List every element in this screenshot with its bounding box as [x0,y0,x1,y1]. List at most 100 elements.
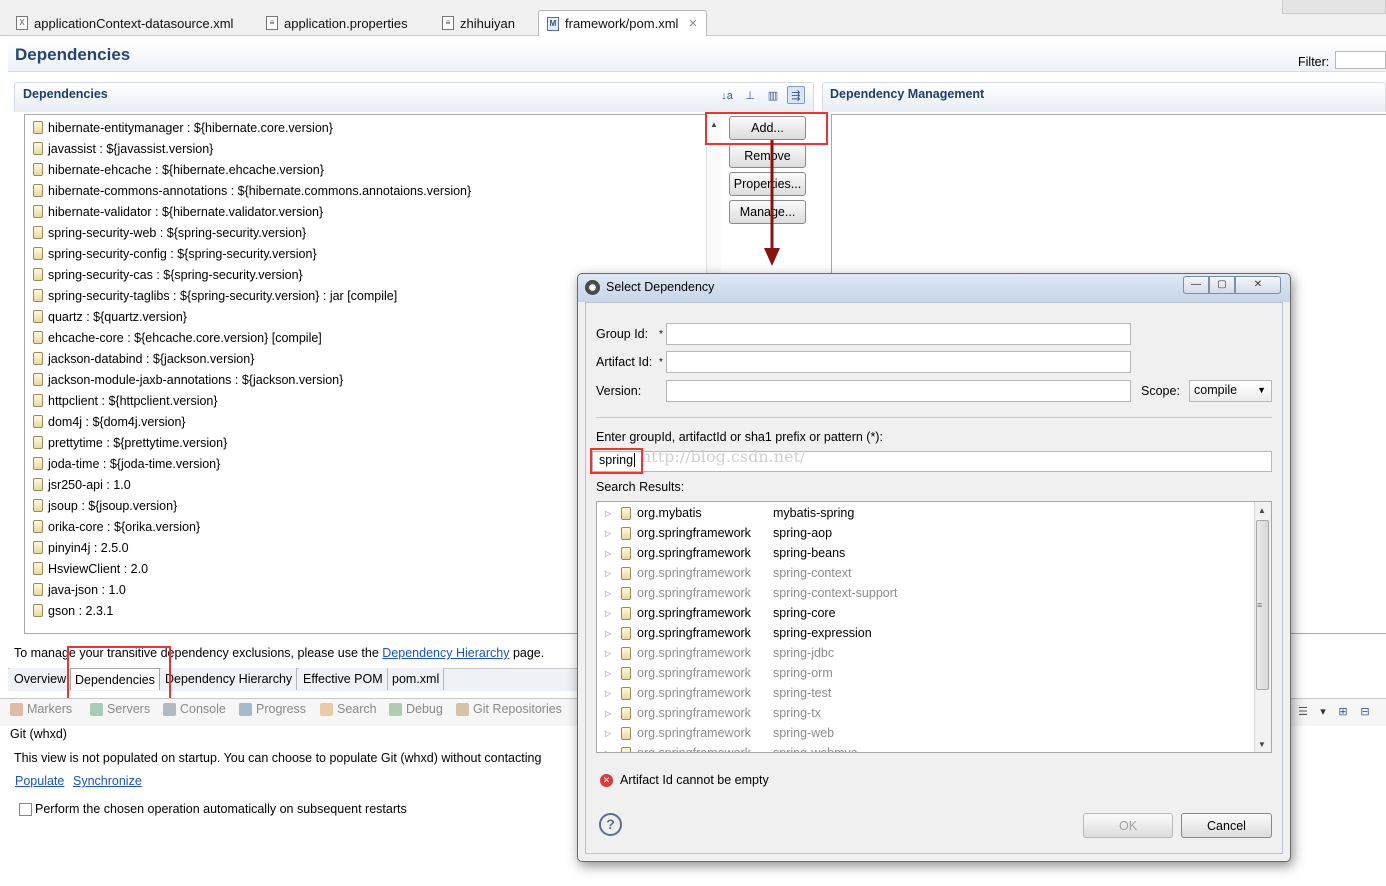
sort-alphabetically-icon[interactable]: ↓a [718,87,736,105]
dependency-row[interactable]: dom4j : ${dom4j.version} [33,411,186,432]
search-result-row[interactable]: ▷ org.springframework spring-tx [605,703,821,723]
expand-arrow-icon[interactable]: ▷ [605,689,613,698]
dependency-label: spring-security-web : ${spring-security.… [48,225,307,240]
dependency-row[interactable]: hibernate-entitymanager : ${hibernate.co… [33,117,333,138]
expand-arrow-icon[interactable]: ▷ [605,629,613,638]
jar-icon [33,310,43,323]
search-result-row[interactable]: ▷ org.springframework spring-beans [605,543,845,563]
dependency-row[interactable]: pinyin4j : 2.5.0 [33,537,129,558]
dependency-row[interactable]: jackson-module-jaxb-annotations : ${jack… [33,369,343,390]
dependency-row[interactable]: spring-security-cas : ${spring-security.… [33,264,303,285]
close-tab-icon[interactable]: ✕ [688,17,697,30]
help-icon[interactable]: ? [599,813,622,836]
dependency-row[interactable]: spring-security-web : ${spring-security.… [33,222,306,243]
tab-dependency-hierarchy[interactable]: Dependency Hierarchy [161,668,298,690]
search-result-row[interactable]: ▷ org.springframework spring-web [605,723,834,743]
search-result-row[interactable]: ▷ org.springframework spring-test [605,683,831,703]
jar-icon [33,583,43,596]
dependency-row[interactable]: joda-time : ${joda-time.version} [33,453,220,474]
dependency-row[interactable]: spring-security-taglibs : ${spring-secur… [33,285,397,306]
show-inherited-icon[interactable]: ⇶ [787,86,805,104]
dependency-row[interactable]: jsr250-api : 1.0 [33,474,131,495]
dependency-row[interactable]: gson : 2.3.1 [33,600,113,621]
expand-arrow-icon[interactable]: ▷ [605,589,613,598]
maximize-view-icon[interactable]: ⊞ [1334,703,1352,721]
ok-button[interactable]: OK [1083,813,1173,838]
view-menu-icon[interactable]: ☰ [1294,703,1312,721]
expand-arrow-icon[interactable]: ▷ [605,609,613,618]
dependency-row[interactable]: quartz : ${quartz.version} [33,306,187,327]
jar-icon [621,706,631,720]
scroll-up-icon[interactable]: ▲ [1258,506,1266,515]
dependency-row[interactable]: orika-core : ${orika.version} [33,516,200,537]
search-result-row[interactable]: ▷ org.springframework spring-aop [605,523,832,543]
dependency-row[interactable]: jsoup : ${jsoup.version} [33,495,177,516]
maximize-icon[interactable]: ▢ [1209,276,1235,294]
search-result-row[interactable]: ▷ org.springframework spring-webmvc [605,743,857,752]
view-tab-servers[interactable]: Servers [90,702,150,716]
view-dropdown-icon[interactable]: ▾ [1314,703,1332,721]
show-hierarchy-icon[interactable]: ⊥ [741,87,759,105]
auto-populate-checkbox[interactable] [19,803,32,816]
filter-input[interactable] [1335,51,1386,69]
dependency-row[interactable]: javassist : ${javassist.version} [33,138,213,159]
view-tab-markers[interactable]: Markers [10,702,72,716]
expand-arrow-icon[interactable]: ▷ [605,669,613,678]
tab-pom-xml[interactable]: pom.xml [388,668,445,690]
search-result-row[interactable]: ▷ org.springframework spring-jdbc [605,643,834,663]
scroll-down-icon[interactable]: ▼ [1258,740,1266,749]
dependency-row[interactable]: hibernate-commons-annotations : ${hibern… [33,180,471,201]
search-result-row[interactable]: ▷ org.springframework spring-orm [605,663,833,683]
search-result-row[interactable]: ▷ org.springframework spring-expression [605,623,872,643]
editor-tab-datasource-xml[interactable]: X applicationContext-datasource.xml [8,10,241,36]
expand-arrow-icon[interactable]: ▷ [605,649,613,658]
result-group-id: org.springframework [637,686,751,700]
scope-select[interactable]: compile ▼ [1189,380,1272,402]
dependency-row[interactable]: spring-security-config : ${spring-securi… [33,243,317,264]
dependency-row[interactable]: httpclient : ${httpclient.version} [33,390,218,411]
view-tab-progress[interactable]: Progress [239,702,306,716]
search-input[interactable]: spring http://blog.csdn.net/ [592,447,1272,472]
editor-tab-pom-xml[interactable]: M framework/pom.xml ✕ [538,10,707,36]
expand-arrow-icon[interactable]: ▷ [605,549,613,558]
populate-link[interactable]: Populate [15,774,64,788]
expand-arrow-icon[interactable]: ▷ [605,749,613,752]
synchronize-link[interactable]: Synchronize [73,774,142,788]
dependency-row[interactable]: hibernate-validator : ${hibernate.valida… [33,201,323,222]
tab-effective-pom[interactable]: Effective POM [299,668,388,690]
search-result-row[interactable]: ▷ org.springframework spring-context [605,563,852,583]
view-tab-git-repositories[interactable]: Git Repositories [456,702,562,716]
tab-overview[interactable]: Overview [10,668,72,690]
view-tab-console[interactable]: Console [163,702,226,716]
cancel-button[interactable]: Cancel [1181,813,1272,838]
minimize-icon[interactable]: — [1183,276,1209,294]
view-tab-debug[interactable]: Debug [389,702,443,716]
group-id-field[interactable] [666,323,1131,345]
close-icon[interactable]: ✕ [1235,276,1281,294]
view-tab-search[interactable]: Search [320,702,377,716]
artifact-id-field[interactable] [666,351,1131,373]
expand-arrow-icon[interactable]: ▷ [605,569,613,578]
show-groupid-icon[interactable]: ▥ [764,87,782,105]
restore-view-icon[interactable]: ⊟ [1356,703,1374,721]
editor-tab-zhihuiyan[interactable]: ≡ zhihuiyan [434,10,523,36]
dependency-hierarchy-link[interactable]: Dependency Hierarchy [382,646,509,660]
expand-arrow-icon[interactable]: ▷ [605,509,613,518]
dependency-row[interactable]: jackson-databind : ${jackson.version} [33,348,254,369]
expand-arrow-icon[interactable]: ▷ [605,529,613,538]
version-field[interactable] [666,380,1131,402]
search-result-row[interactable]: ▷ org.springframework spring-core [605,603,836,623]
search-result-row[interactable]: ▷ org.mybatis mybatis-spring [605,503,854,523]
editor-tab-application-properties[interactable]: ≡ application.properties [258,10,416,36]
search-result-row[interactable]: ▷ org.springframework spring-context-suppo… [605,583,897,603]
expand-arrow-icon[interactable]: ▷ [605,729,613,738]
search-results-tree[interactable]: ▷ org.mybatis mybatis-spring ▷ org.springfra… [596,501,1272,753]
minimize-editor-area[interactable] [1282,0,1386,14]
dependency-row[interactable]: hibernate-ehcache : ${hibernate.ehcache.… [33,159,324,180]
expand-arrow-icon[interactable]: ▷ [605,709,613,718]
dependency-row[interactable]: ehcache-core : ${ehcache.core.version} [… [33,327,322,348]
dependency-row[interactable]: HsviewClient : 2.0 [33,558,148,579]
dependency-row[interactable]: prettytime : ${prettytime.version} [33,432,227,453]
dependency-row[interactable]: java-json : 1.0 [33,579,126,600]
result-artifact-id: spring-jdbc [773,646,835,660]
